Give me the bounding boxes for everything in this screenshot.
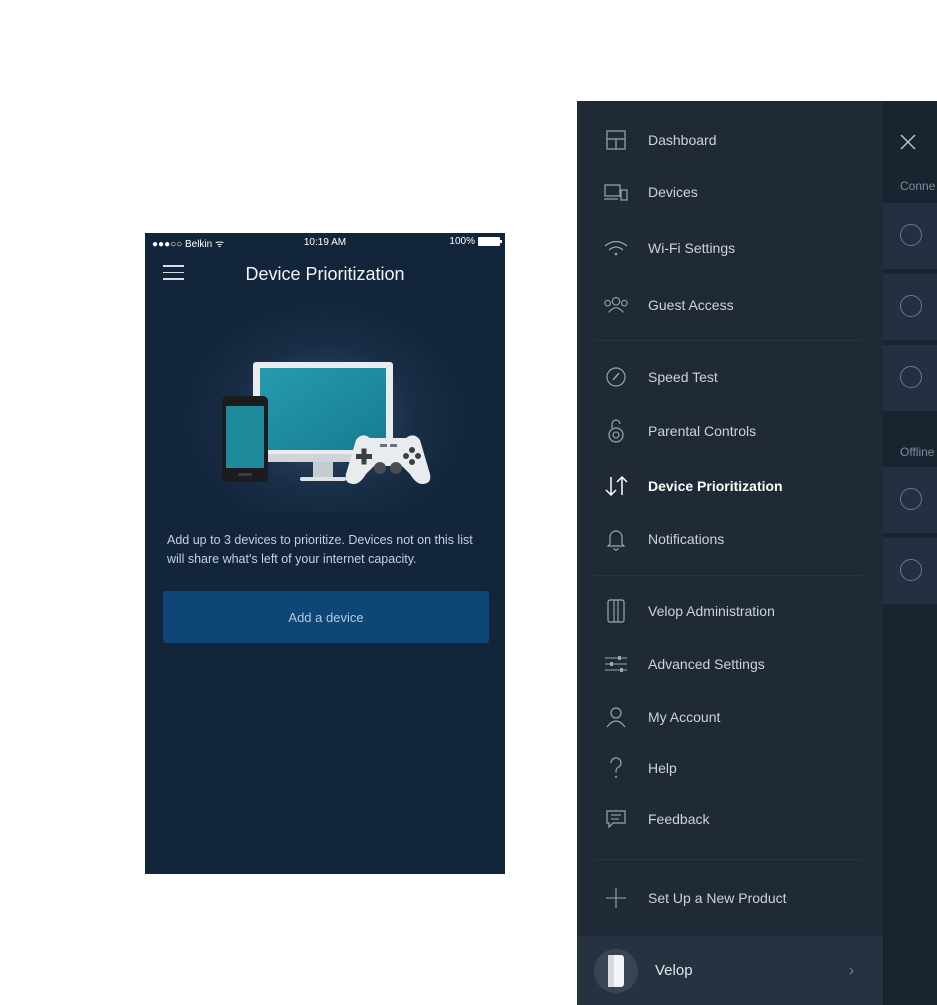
radio-circle-icon[interactable]	[900, 224, 922, 246]
navigation-drawer: Dashboard Devices Wi-Fi Settings Guest A…	[577, 101, 883, 1005]
device-row[interactable]	[883, 538, 937, 604]
device-row[interactable]	[883, 203, 937, 269]
phone-screen: ●●●○○ Belkin ᯤ 10:19 AM 100% Device Prio…	[145, 233, 505, 874]
menu-item-devices[interactable]: Devices	[577, 172, 883, 212]
sliders-icon	[603, 651, 629, 677]
menu-item-dashboard[interactable]: Dashboard	[577, 120, 883, 160]
menu-item-label: Devices	[648, 184, 698, 200]
menu-divider	[593, 575, 861, 576]
menu-item-help[interactable]: Help	[577, 748, 883, 788]
device-row[interactable]	[883, 274, 937, 340]
menu-item-label: Help	[648, 760, 677, 776]
menu-screen: Conne Offline Dashboard Devices Wi-Fi Se…	[577, 101, 937, 1005]
devices-illustration	[222, 362, 431, 484]
battery-icon	[478, 237, 502, 246]
menu-item-set-up-new-product[interactable]: Set Up a New Product	[577, 878, 883, 918]
battery-percent: 100%	[449, 236, 475, 247]
menu-item-my-account[interactable]: My Account	[577, 697, 883, 737]
wifi-icon	[603, 235, 629, 261]
radio-circle-icon[interactable]	[900, 559, 922, 581]
device-row[interactable]	[883, 467, 937, 533]
menu-divider	[593, 340, 861, 341]
menu-item-label: Wi-Fi Settings	[648, 240, 736, 256]
menu-item-label: Set Up a New Product	[648, 890, 787, 906]
velop-node-avatar	[594, 949, 638, 993]
parental-controls-icon	[603, 418, 629, 444]
status-bar: ●●●○○ Belkin ᯤ 10:19 AM 100%	[145, 233, 505, 253]
battery-indicator: 100%	[449, 236, 502, 247]
connected-section-label: Conne	[900, 179, 936, 193]
offline-section-label: Offline	[900, 445, 935, 459]
page-title: Device Prioritization	[245, 264, 405, 284]
menu-item-device-prioritization[interactable]: Device Prioritization	[577, 466, 883, 506]
menu-item-label: Notifications	[648, 531, 725, 547]
user-icon	[603, 704, 629, 730]
devices-icon	[603, 179, 629, 205]
menu-item-label: Parental Controls	[648, 423, 757, 439]
menu-item-notifications[interactable]: Notifications	[577, 519, 883, 559]
menu-item-label: My Account	[648, 709, 721, 725]
menu-item-velop-administration[interactable]: Velop Administration	[577, 591, 883, 631]
menu-item-label: Feedback	[648, 811, 710, 827]
plus-icon	[603, 885, 629, 911]
menu-item-label: Speed Test	[648, 369, 718, 385]
dashboard-icon	[603, 127, 629, 153]
menu-item-label: Dashboard	[648, 132, 717, 148]
speed-test-icon	[603, 364, 629, 390]
menu-item-label: Guest Access	[648, 297, 734, 313]
bell-icon	[603, 526, 629, 552]
add-device-button[interactable]: Add a device	[163, 591, 489, 643]
menu-divider	[593, 859, 861, 860]
menu-item-label: Velop Administration	[648, 603, 775, 619]
close-icon[interactable]	[897, 131, 919, 153]
description-text: Add up to 3 devices to prioritize. Devic…	[167, 533, 473, 566]
menu-item-feedback[interactable]: Feedback	[577, 799, 883, 839]
menu-item-guest-access[interactable]: Guest Access	[577, 285, 883, 325]
radio-circle-icon[interactable]	[900, 488, 922, 510]
velop-label: Velop	[655, 962, 693, 979]
velop-network-selector[interactable]: Velop ›	[577, 936, 883, 1005]
question-icon	[603, 755, 629, 781]
guest-access-icon	[603, 292, 629, 318]
device-prioritization-icon	[603, 473, 629, 499]
device-row[interactable]	[883, 345, 937, 411]
radio-circle-icon[interactable]	[900, 295, 922, 317]
menu-item-wifi-settings[interactable]: Wi-Fi Settings	[577, 228, 883, 268]
menu-item-label: Device Prioritization	[648, 478, 783, 494]
menu-item-advanced-settings[interactable]: Advanced Settings	[577, 644, 883, 684]
menu-item-label: Advanced Settings	[648, 656, 765, 672]
menu-item-speed-test[interactable]: Speed Test	[577, 357, 883, 397]
chevron-right-icon[interactable]: ›	[849, 962, 854, 979]
feedback-icon	[603, 806, 629, 832]
menu-item-parental-controls[interactable]: Parental Controls	[577, 411, 883, 451]
velop-node-icon	[603, 598, 629, 624]
radio-circle-icon[interactable]	[900, 366, 922, 388]
